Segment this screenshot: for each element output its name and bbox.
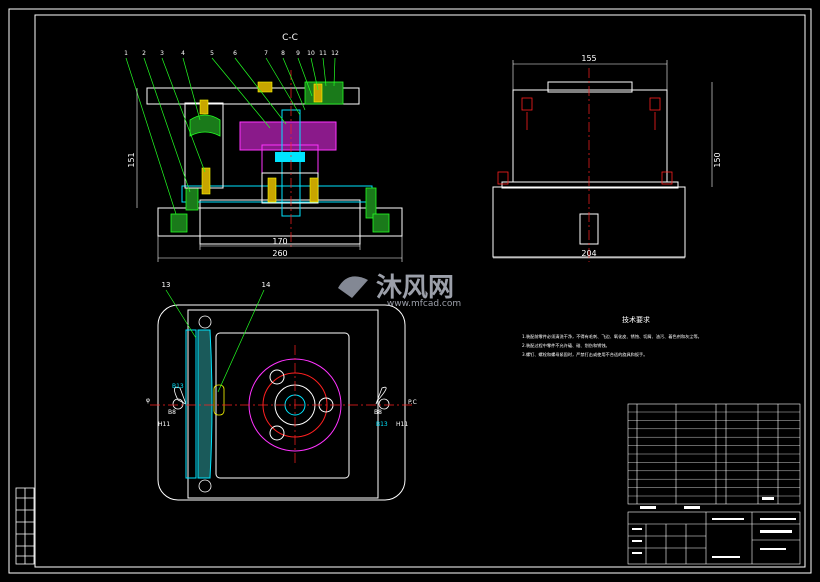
dim-150: 150 bbox=[713, 152, 722, 167]
plan-hole bbox=[378, 398, 390, 410]
section-label: C-C bbox=[282, 33, 298, 43]
bolt bbox=[201, 167, 211, 195]
part-number-7: 7 bbox=[264, 50, 268, 57]
plan-clamp bbox=[269, 425, 285, 441]
parts-list-rows bbox=[628, 411, 800, 497]
label-b13-right: B13 bbox=[376, 421, 388, 428]
bolt bbox=[199, 99, 209, 115]
plan-hole bbox=[172, 398, 184, 410]
plan-hole bbox=[198, 479, 212, 493]
plan-rail bbox=[197, 329, 213, 479]
part-number-1: 1 bbox=[124, 50, 128, 57]
part-number-9: 9 bbox=[296, 50, 300, 57]
bolt bbox=[313, 83, 323, 103]
part-13: 13 bbox=[162, 281, 171, 289]
notes-line-2: 2.装配过程中零件不允许磕、碰、划伤和锈蚀。 bbox=[522, 342, 610, 349]
part-number-6: 6 bbox=[233, 50, 237, 57]
fixture-head bbox=[239, 121, 337, 151]
plan-outline bbox=[157, 304, 406, 501]
leader-13 bbox=[165, 289, 197, 339]
hatch-base-right bbox=[372, 213, 390, 233]
label-b13-left: B13 bbox=[172, 383, 184, 390]
hatch-left bbox=[185, 187, 199, 211]
part-number-3: 3 bbox=[160, 50, 164, 57]
label-h11-left: H11 bbox=[158, 421, 170, 428]
part-number-12: 12 bbox=[331, 50, 339, 57]
bolt bbox=[309, 177, 319, 203]
section-view bbox=[125, 57, 403, 250]
label-b8-left: B8 bbox=[168, 409, 176, 416]
cad-drawing-sheet: C-C 1 2 3 4 5 6 7 8 9 10 11 12 170 260 1… bbox=[8, 8, 812, 574]
plan-hole bbox=[198, 315, 212, 329]
watermark: 沐风网 www.mfcad.com bbox=[338, 273, 461, 309]
column-hatch bbox=[189, 114, 221, 137]
title-block-blurred-text bbox=[632, 497, 796, 558]
side-body bbox=[512, 89, 668, 183]
base-plate bbox=[157, 207, 403, 237]
plan-clamp bbox=[269, 369, 285, 385]
dim-170: 170 bbox=[272, 237, 287, 246]
notes-line-3: 3.螺钉、螺栓和螺母紧固时，严禁打击或使用不合适的旋具和扳手。 bbox=[522, 351, 647, 358]
notes-line-1: 1.装配前零件必须清洗干净，不得有毛刺、飞边、氧化皮、锈蚀、切屑、油污、着色剂和… bbox=[522, 333, 702, 340]
label-mark-right: P.C bbox=[408, 399, 417, 406]
part-14: 14 bbox=[262, 281, 271, 289]
dim-260: 260 bbox=[272, 249, 287, 258]
watermark-url: www.mfcad.com bbox=[387, 299, 461, 309]
part-number-2: 2 bbox=[142, 50, 146, 57]
watermark-logo-icon bbox=[338, 276, 368, 298]
part-number-4: 4 bbox=[181, 50, 185, 57]
binding-margin-blocks bbox=[15, 487, 35, 565]
part-number-10: 10 bbox=[307, 50, 315, 57]
plan-view bbox=[150, 289, 415, 501]
hatch-right bbox=[365, 187, 377, 219]
hatch-base-left bbox=[170, 213, 188, 233]
notes-title: 技术要求 bbox=[622, 315, 650, 324]
bolt bbox=[267, 177, 277, 203]
label-h11-right: H11 bbox=[396, 421, 408, 428]
label-phi-left: φ bbox=[146, 397, 150, 404]
side-bolts bbox=[497, 97, 673, 185]
plan-inner bbox=[215, 332, 350, 479]
dim-151: 151 bbox=[127, 152, 136, 167]
label-b8-right: B8 bbox=[374, 409, 382, 416]
part-number-8: 8 bbox=[281, 50, 285, 57]
part-numbers: 1 2 3 4 5 6 7 8 9 10 11 12 bbox=[124, 50, 339, 57]
dim-155: 155 bbox=[581, 54, 596, 63]
dim-204: 204 bbox=[581, 249, 596, 258]
part-number-5: 5 bbox=[210, 50, 214, 57]
part-number-11: 11 bbox=[319, 50, 327, 57]
